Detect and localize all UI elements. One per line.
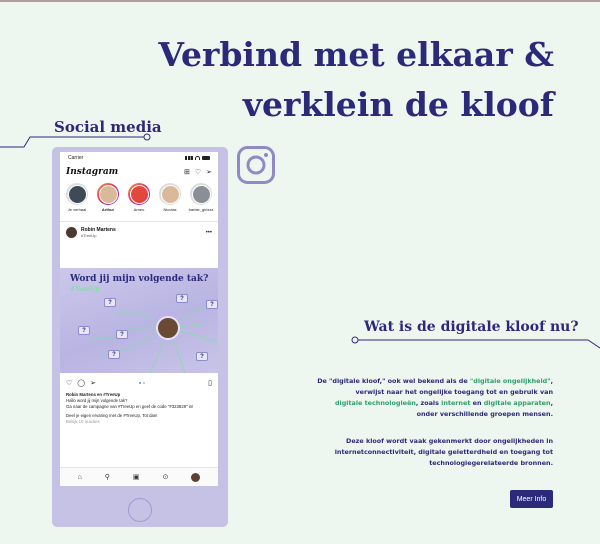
highlight-text: digitale technologieën [334,399,416,407]
page-headline: Verbind met elkaar & verklein de kloof [134,30,554,130]
top-rule [0,0,600,2]
bottom-nav: ⌂ ⚲ ▣ ⊙ [60,467,218,486]
digital-divide-paragraph-2: Deze kloof wordt vaak gekenmerkt door on… [313,436,553,469]
avatar [129,184,149,204]
post-author: Robin Martens #TreeUp [81,227,116,238]
stories-row: Je verhaal Arthur Arneo Nicolas barbie_g… [60,180,218,220]
heart-icon[interactable]: ♡ [195,169,201,176]
phone-home-button [128,498,152,522]
caption-line: Ga naar de campagne van #TreeUp en geef … [66,404,194,409]
question-box: ? [78,326,90,335]
digital-divide-paragraph-1: De "digitale kloof," ook wel bekend als … [303,376,553,420]
battery-icon [202,156,210,160]
text: en [470,399,484,407]
story-item[interactable]: Arneo [125,183,153,220]
story-item[interactable]: Arthur [94,183,122,220]
status-indicators [185,156,210,160]
more-info-button[interactable]: Meer Info [510,490,553,508]
story-name: barbie_girlzzz [188,207,214,212]
text: Deze kloof wordt vaak gekenmerkt door on… [346,437,553,445]
post-image-tag: #TreeUp [70,286,100,293]
highlight-text: digitale apparaten [483,399,551,407]
instagram-header: Instagram ⊞ ♡ ➢ [60,164,218,180]
post-header: Robin Martens #TreeUp ••• [60,221,218,243]
profile-icon[interactable] [191,472,201,482]
wifi-icon [195,156,200,160]
question-box: ? [108,350,120,359]
highlight-text: "digitale ongelijkheid" [469,377,551,385]
social-media-title: Social media [54,118,162,136]
text: , zoals [415,399,442,407]
highlight-text: internet [441,399,471,407]
avatar [191,184,211,204]
story-name: Je verhaal [67,207,87,212]
reels-icon[interactable]: ▣ [133,473,140,481]
headline-line-2: verklein de kloof [242,85,554,124]
question-box: ? [206,300,218,309]
post-subtitle: #TreeUp [81,233,97,238]
home-icon[interactable]: ⌂ [78,474,82,481]
story-name: Nicolas [163,207,177,212]
post-image[interactable]: Word jij mijn volgende tak? #TreeUp ? ? … [60,268,218,373]
story-name: Arneo [133,207,145,212]
avatar [160,184,180,204]
instagram-screen: Carrier Instagram ⊞ ♡ ➢ Je verhaal Arthu… [60,152,218,486]
text: De "digitale kloof," ook wel bekend als … [317,377,470,385]
carousel-dots [139,382,145,384]
signal-icon [185,156,193,160]
story-item[interactable]: barbie_girlzzz [187,183,215,220]
profile-photo [156,316,180,340]
like-icon[interactable]: ♡ [66,379,72,387]
avatar [98,184,118,204]
shop-icon[interactable]: ⊙ [163,473,169,481]
story-item[interactable]: Nicolas [156,183,184,220]
question-box: ? [196,352,208,361]
question-box: ? [176,294,188,303]
text: technologiegerelateerde bronnen. [429,459,553,467]
instagram-icon[interactable] [237,146,275,184]
headline-line-1: Verbind met elkaar & [158,35,554,74]
text: , [550,377,553,385]
text: verwijst naar het ongelijke toegang tot … [355,388,553,396]
text: , [550,399,553,407]
instagram-logo: Instagram [66,167,119,177]
avatar [67,184,87,204]
carrier-label: Carrier [68,155,84,161]
post-image-title: Word jij mijn volgende tak? [70,274,209,284]
share-icon[interactable]: ➢ [90,379,96,387]
story-item[interactable]: Je verhaal [63,183,91,220]
status-bar: Carrier [60,152,218,164]
header-actions: ⊞ ♡ ➢ [184,169,212,176]
post-caption: Robin Martens en #TreeUp Hallo word jij … [66,392,214,425]
comments-link[interactable]: Bekijk 10 reacties [66,419,214,425]
avatar[interactable] [66,227,77,238]
question-box: ? [104,298,116,307]
text: onder verschillende groepen mensen. [416,410,553,418]
add-post-icon[interactable]: ⊞ [184,169,190,176]
search-icon[interactable]: ⚲ [105,473,110,481]
more-options-icon[interactable]: ••• [206,230,212,236]
story-name: Arthur [101,207,115,212]
send-icon[interactable]: ➢ [206,169,212,176]
post-actions: ♡ ◯ ➢ ▯ [60,376,218,390]
text: internetconnectiviteit, digitale gelette… [334,448,553,456]
comment-icon[interactable]: ◯ [77,379,85,387]
bookmark-icon[interactable]: ▯ [208,379,212,387]
question-box: ? [116,330,128,339]
digital-divide-title: Wat is de digitale kloof nu? [364,319,579,335]
